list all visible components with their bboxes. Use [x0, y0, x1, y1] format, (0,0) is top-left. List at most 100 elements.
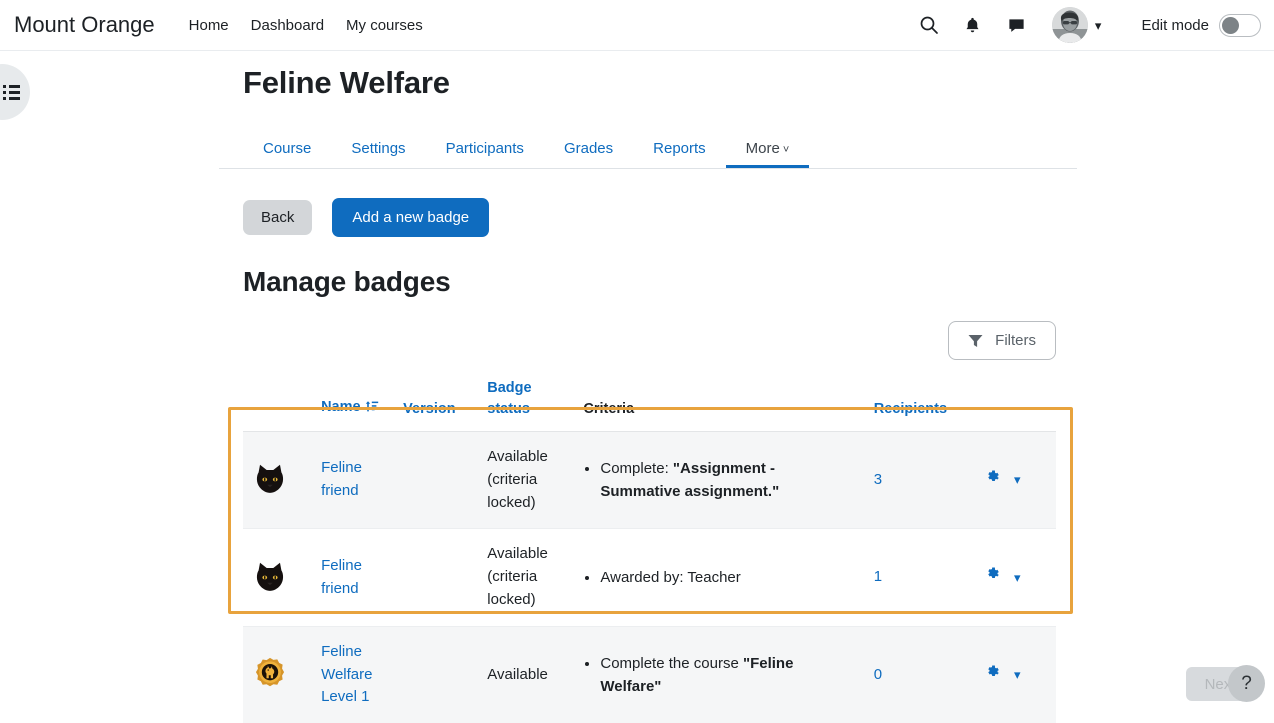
top-navbar: Mount Orange Home Dashboard My courses: [0, 0, 1274, 51]
add-new-badge-button[interactable]: Add a new badge: [332, 198, 489, 237]
tab-participants[interactable]: Participants: [426, 140, 544, 168]
cell-badge-image: [243, 432, 313, 529]
table-row: Feline Welfare Level 1 Available Complet…: [243, 626, 1056, 723]
cell-version: [395, 432, 479, 529]
criteria-list: Awarded by: Teacher: [583, 566, 857, 589]
tab-settings[interactable]: Settings: [331, 140, 425, 168]
cell-recipients: 3: [866, 432, 976, 529]
cell-recipients: 0: [866, 626, 976, 723]
criteria-list: Complete the course "Feline Welfare": [583, 652, 857, 699]
cell-badge-image: [243, 529, 313, 626]
tab-grades[interactable]: Grades: [544, 140, 633, 168]
bell-icon[interactable]: [960, 12, 986, 38]
table-header-row: Name Version Badge status Criteria Recip…: [243, 378, 1056, 432]
cell-badge-status: Available: [479, 626, 575, 723]
page-content: Feline Welfare Course Settings Participa…: [219, 51, 1077, 723]
nav-link-my-courses[interactable]: My courses: [346, 17, 423, 34]
black-cat-badge-icon: [251, 559, 305, 597]
filters-button-label: Filters: [995, 332, 1036, 349]
section-heading: Manage badges: [219, 266, 1077, 298]
chevron-down-icon[interactable]: ▾: [1014, 667, 1021, 682]
criteria-prefix: Complete:: [600, 460, 673, 477]
badges-table: Name Version Badge status Criteria Recip…: [243, 378, 1056, 723]
cell-actions: ▾: [976, 432, 1056, 529]
filters-button[interactable]: Filters: [948, 321, 1056, 360]
cell-recipients: 1: [866, 529, 976, 626]
col-header-recipients[interactable]: Recipients: [866, 378, 976, 432]
col-header-version[interactable]: Version: [395, 378, 479, 432]
chevron-down-icon: ˅: [783, 144, 789, 156]
chevron-down-icon: ▾: [1095, 19, 1102, 32]
badges-table-head: Name Version Badge status Criteria Recip…: [243, 378, 1056, 432]
table-row: Feline friend Available (criteria locked…: [243, 529, 1056, 626]
nav-link-dashboard[interactable]: Dashboard: [251, 17, 324, 34]
badge-name-link[interactable]: Feline friend: [321, 557, 362, 597]
cell-version: [395, 626, 479, 723]
col-header-image: [243, 378, 313, 432]
col-header-badge-status[interactable]: Badge status: [479, 378, 575, 432]
toggle-knob: [1222, 17, 1239, 34]
recipients-link[interactable]: 3: [874, 471, 882, 488]
back-button[interactable]: Back: [243, 200, 312, 235]
col-header-actions: [976, 378, 1056, 432]
list-icon: [3, 85, 20, 100]
black-cat-badge-icon: [251, 461, 305, 499]
sort-ascending-icon: [365, 399, 379, 420]
cell-version: [395, 529, 479, 626]
cell-criteria: Awarded by: Teacher: [575, 529, 865, 626]
navbar-right-cluster: ▾ Edit mode: [916, 7, 1261, 43]
cell-criteria: Complete: "Assignment - Summative assign…: [575, 432, 865, 529]
cell-badge-name: Feline friend: [313, 529, 395, 626]
help-button[interactable]: ?: [1228, 665, 1265, 702]
primary-nav: Home Dashboard My courses: [189, 17, 423, 34]
cell-badge-image: [243, 626, 313, 723]
page-title: Feline Welfare: [219, 51, 1077, 101]
col-header-criteria: Criteria: [575, 378, 865, 432]
cell-actions: ▾: [976, 529, 1056, 626]
badges-table-wrapper: Name Version Badge status Criteria Recip…: [219, 378, 1077, 723]
edit-mode-label: Edit mode: [1141, 17, 1209, 34]
filters-row: Filters: [219, 321, 1077, 360]
search-icon[interactable]: [916, 12, 942, 38]
badge-name-link[interactable]: Feline Welfare Level 1: [321, 643, 372, 706]
gear-icon[interactable]: [984, 667, 1005, 684]
recipients-link[interactable]: 0: [874, 666, 882, 683]
criteria-prefix: Complete the course: [600, 655, 743, 672]
col-header-name[interactable]: Name: [313, 378, 395, 432]
criteria-item: Awarded by: Teacher: [600, 566, 857, 589]
tab-reports[interactable]: Reports: [633, 140, 726, 168]
edit-mode-toggle[interactable]: [1219, 14, 1261, 37]
table-row: Feline friend Available (criteria locked…: [243, 432, 1056, 529]
badge-name-link[interactable]: Feline friend: [321, 459, 362, 499]
avatar: [1052, 7, 1088, 43]
cell-actions: ▾: [976, 626, 1056, 723]
tab-more-label: More: [746, 140, 780, 157]
gold-rosette-cat-badge-icon: [251, 656, 305, 694]
cell-badge-name: Feline friend: [313, 432, 395, 529]
course-tab-bar: Course Settings Participants Grades Repo…: [219, 127, 1077, 169]
recipients-link[interactable]: 1: [874, 568, 882, 585]
course-index-drawer-toggle[interactable]: [0, 64, 30, 120]
criteria-list: Complete: "Assignment - Summative assign…: [583, 457, 857, 504]
badges-table-body: Feline friend Available (criteria locked…: [243, 432, 1056, 723]
cell-badge-name: Feline Welfare Level 1: [313, 626, 395, 723]
message-icon[interactable]: [1004, 12, 1030, 38]
tab-course[interactable]: Course: [243, 140, 331, 168]
col-header-name-label: Name: [321, 399, 361, 415]
criteria-item: Complete the course "Feline Welfare": [600, 652, 857, 699]
user-menu[interactable]: ▾: [1052, 7, 1102, 43]
gear-icon[interactable]: [984, 472, 1005, 489]
tab-more[interactable]: More˅: [726, 140, 810, 168]
gear-icon[interactable]: [984, 569, 1005, 586]
edit-mode-control: Edit mode: [1141, 14, 1261, 37]
filter-icon: [968, 334, 983, 348]
action-button-row: Back Add a new badge: [219, 198, 1077, 237]
chevron-down-icon[interactable]: ▾: [1014, 472, 1021, 487]
nav-link-home[interactable]: Home: [189, 17, 229, 34]
site-brand[interactable]: Mount Orange: [14, 12, 155, 38]
cell-badge-status: Available (criteria locked): [479, 432, 575, 529]
chevron-down-icon[interactable]: ▾: [1014, 570, 1021, 585]
cell-badge-status: Available (criteria locked): [479, 529, 575, 626]
criteria-prefix: Awarded by: Teacher: [600, 569, 740, 586]
criteria-item: Complete: "Assignment - Summative assign…: [600, 457, 857, 504]
